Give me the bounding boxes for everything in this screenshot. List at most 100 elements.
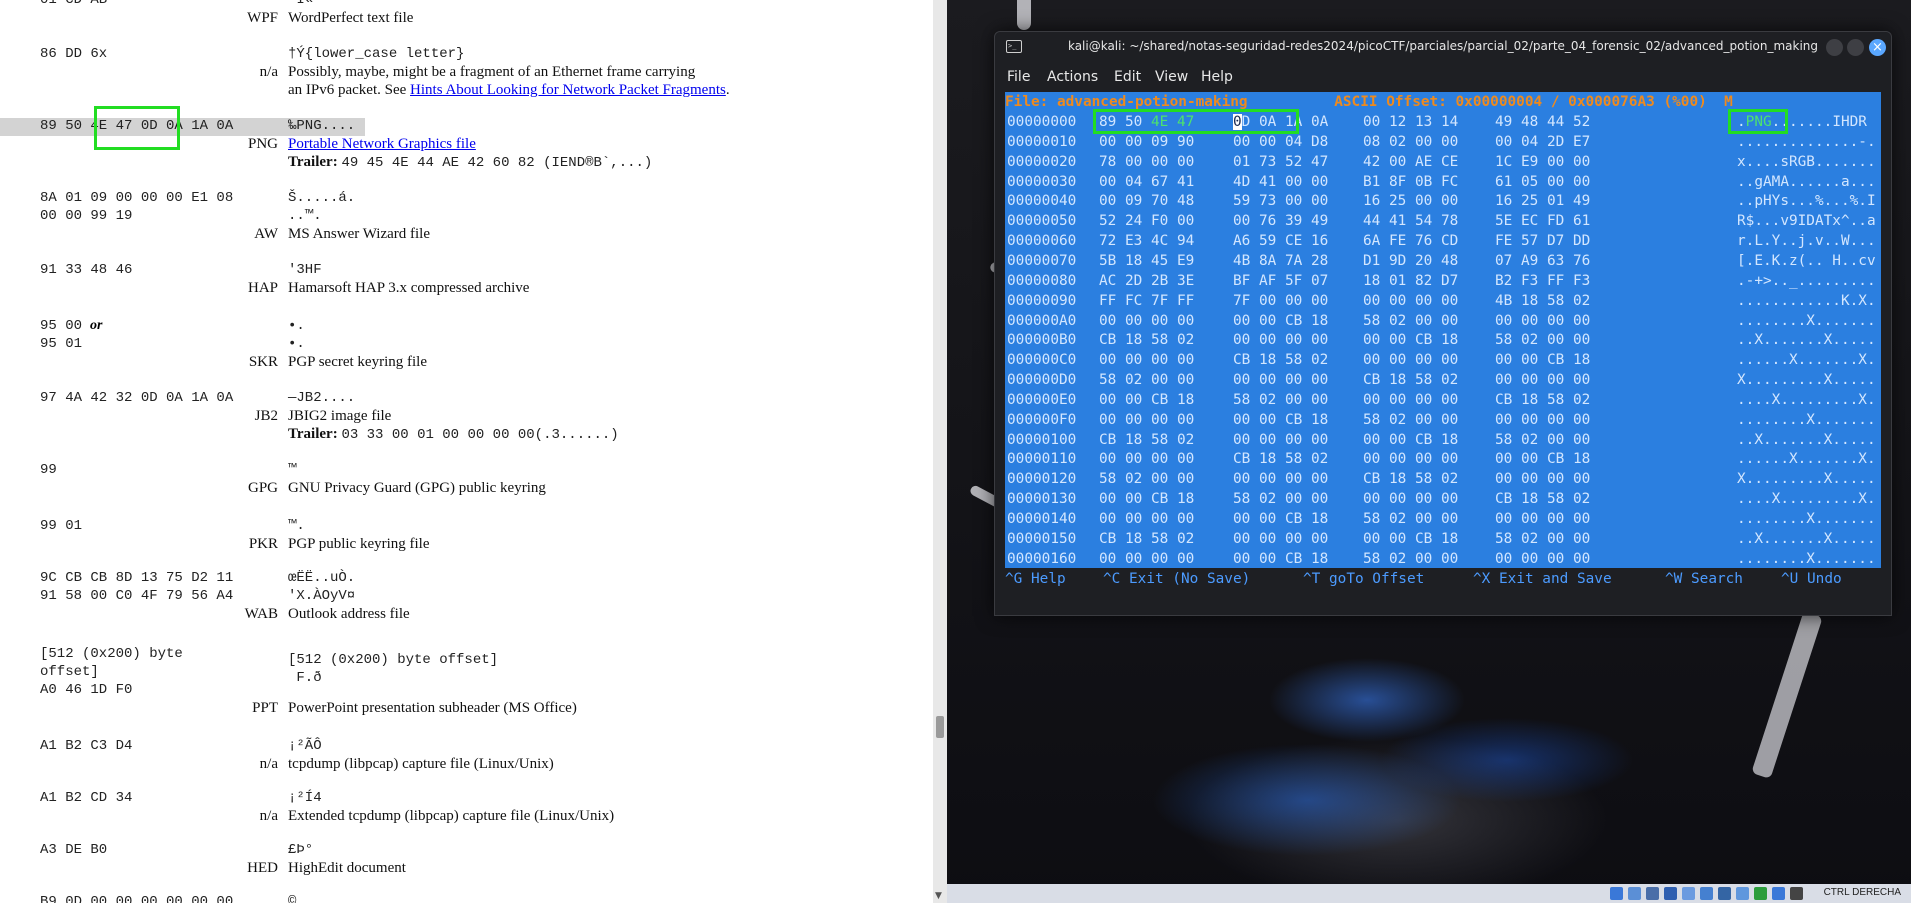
hex-row[interactable]: 00000150 CB 18 58 02 00 00 00 00 00 00 CB 1…: [1005, 529, 1881, 549]
hex-bytes-group[interactable]: 00 00 00 00: [1233, 469, 1328, 489]
hex-bytes-group[interactable]: 58 02 00 00: [1099, 469, 1194, 489]
hex-bytes-group[interactable]: CB 18 58 02: [1495, 489, 1590, 509]
hex-bytes-group[interactable]: 00 00 CB 18: [1495, 350, 1590, 370]
hex-row[interactable]: 00000160 00 00 00 00 00 00 CB 18 58 02 00 0…: [1005, 549, 1881, 569]
mouse-integration-icon[interactable]: [1790, 887, 1803, 900]
hex-row[interactable]: 00000130 00 00 CB 18 58 02 00 00 00 00 00 0…: [1005, 489, 1881, 509]
hex-bytes-group[interactable]: 00 00 04 D8: [1233, 132, 1328, 152]
hex-bytes-group[interactable]: 00 00 00 00: [1099, 410, 1194, 430]
hex-bytes-group[interactable]: 58 02 00 00: [1495, 529, 1590, 549]
network-icon[interactable]: [1610, 887, 1623, 900]
hex-bytes-group[interactable]: CB 18 58 02: [1099, 330, 1194, 350]
page-scrollbar[interactable]: ▼: [933, 0, 947, 903]
maximize-button[interactable]: [1847, 39, 1864, 56]
hex-bytes-group[interactable]: CB 18 58 02: [1099, 529, 1194, 549]
hex-bytes-group[interactable]: 00 00 00 00: [1495, 410, 1590, 430]
hex-bytes-group[interactable]: 00 00 00 00: [1363, 449, 1458, 469]
hex-row[interactable]: 00000090 FF FC 7F FF 7F 00 00 00 00 00 00 0…: [1005, 291, 1881, 311]
hex-bytes-group[interactable]: 01 73 52 47: [1233, 152, 1328, 172]
hex-row[interactable]: 00000050 52 24 F0 00 00 76 39 49 44 41 54 7…: [1005, 211, 1881, 231]
hex-bytes-group[interactable]: D1 9D 20 48: [1363, 251, 1458, 271]
hex-bytes-group[interactable]: 16 25 00 00: [1363, 191, 1458, 211]
hex-row[interactable]: 00000070 5B 18 45 E9 4B 8A 7A 28 D1 9D 20 4…: [1005, 251, 1881, 271]
hex-bytes-group[interactable]: 6A FE 76 CD: [1363, 231, 1458, 251]
hex-bytes-group[interactable]: 07 A9 63 76: [1495, 251, 1590, 271]
hex-bytes-group[interactable]: 00 00 CB 18: [1363, 529, 1458, 549]
hex-bytes-group[interactable]: 58 02 00 00: [1233, 489, 1328, 509]
hex-bytes-group[interactable]: 00 00 CB 18: [1099, 390, 1194, 410]
display-icon[interactable]: [1700, 887, 1713, 900]
hex-row[interactable]: 00000040 00 09 70 48 59 73 00 00 16 25 00 0…: [1005, 191, 1881, 211]
hex-bytes-group[interactable]: 5B 18 45 E9: [1099, 251, 1194, 271]
hex-bytes-group[interactable]: 58 02 00 00: [1099, 370, 1194, 390]
recording-icon[interactable]: [1718, 887, 1731, 900]
hex-row[interactable]: 00000100 CB 18 58 02 00 00 00 00 00 00 CB 1…: [1005, 430, 1881, 450]
hex-bytes-group[interactable]: 00 00 00 00: [1495, 311, 1590, 331]
hex-bytes-group[interactable]: 00 00 00 00: [1233, 330, 1328, 350]
hex-bytes-group[interactable]: 49 48 44 52: [1495, 112, 1590, 132]
hex-bytes-group[interactable]: 00 00 00 00: [1099, 509, 1194, 529]
hex-bytes-group[interactable]: CB 18 58 02: [1363, 370, 1458, 390]
hex-bytes-group[interactable]: 5E EC FD 61: [1495, 211, 1590, 231]
hex-row[interactable]: 000000E0 00 00 CB 18 58 02 00 00 00 00 00 0…: [1005, 390, 1881, 410]
hex-row[interactable]: 00000080 AC 2D 2B 3E BF AF 5F 07 18 01 82 D…: [1005, 271, 1881, 291]
hex-bytes-group[interactable]: 00 00 00 00: [1363, 390, 1458, 410]
hex-bytes-group[interactable]: 00 00 CB 18: [1363, 430, 1458, 450]
hex-bytes-group[interactable]: 00 00 00 00: [1495, 549, 1590, 569]
hex-bytes-group[interactable]: 00 00 00 00: [1099, 549, 1194, 569]
hex-row[interactable]: 00000060 72 E3 4C 94 A6 59 CE 16 6A FE 76 C…: [1005, 231, 1881, 251]
hex-bytes-group[interactable]: 4B 8A 7A 28: [1233, 251, 1328, 271]
hex-bytes-group[interactable]: 00 00 CB 18: [1495, 449, 1590, 469]
hex-bytes-group[interactable]: 00 00 00 00: [1233, 430, 1328, 450]
hex-bytes-group[interactable]: CB 18 58 02: [1233, 350, 1328, 370]
status-icon[interactable]: [1754, 887, 1767, 900]
hex-row[interactable]: 000000A0 00 00 00 00 00 00 CB 18 58 02 00 0…: [1005, 311, 1881, 331]
hex-bytes-group[interactable]: 58 02 00 00: [1495, 330, 1590, 350]
hex-bytes-group[interactable]: 59 73 00 00: [1233, 191, 1328, 211]
cpu-icon[interactable]: [1736, 887, 1749, 900]
hex-bytes-group[interactable]: 08 02 00 00: [1363, 132, 1458, 152]
menu-edit[interactable]: Edit: [1114, 69, 1141, 85]
menu-help[interactable]: Help: [1201, 69, 1233, 85]
png-spec-link[interactable]: Portable Network Graphics file: [288, 136, 476, 152]
hex-bytes-group[interactable]: 00 00 00 00: [1233, 370, 1328, 390]
minimize-button[interactable]: [1826, 39, 1843, 56]
hex-bytes-group[interactable]: 00 00 00 00: [1363, 350, 1458, 370]
optical-drive-icon[interactable]: [1646, 887, 1659, 900]
menu-file[interactable]: File: [1007, 69, 1030, 85]
hex-bytes-group[interactable]: 00 00 00 00: [1099, 449, 1194, 469]
menu-actions[interactable]: Actions: [1047, 69, 1098, 85]
hex-row[interactable]: 000000F0 00 00 00 00 00 00 CB 18 58 02 00 0…: [1005, 410, 1881, 430]
hex-bytes-group[interactable]: 1C E9 00 00: [1495, 152, 1590, 172]
network-fragments-link[interactable]: Hints About Looking for Network Packet F…: [410, 82, 726, 98]
hex-bytes-group[interactable]: AC 2D 2B 3E: [1099, 271, 1194, 291]
hex-bytes-group[interactable]: 00 04 67 41: [1099, 172, 1194, 192]
hex-row[interactable]: 00000140 00 00 00 00 00 00 CB 18 58 02 00 0…: [1005, 509, 1881, 529]
storage-icon[interactable]: [1628, 887, 1641, 900]
hex-bytes-group[interactable]: 00 00 CB 18: [1233, 410, 1328, 430]
hex-bytes-group[interactable]: CB 18 58 02: [1233, 449, 1328, 469]
hex-bytes-group[interactable]: 72 E3 4C 94: [1099, 231, 1194, 251]
download-icon[interactable]: [1772, 887, 1785, 900]
hex-bytes-group[interactable]: 7F 00 00 00: [1233, 291, 1328, 311]
hex-bytes-group[interactable]: 44 41 54 78: [1363, 211, 1458, 231]
hex-bytes-group[interactable]: 58 02 00 00: [1363, 549, 1458, 569]
hex-bytes-group[interactable]: 00 00 00 00: [1233, 529, 1328, 549]
hex-bytes-group[interactable]: 00 00 CB 18: [1233, 311, 1328, 331]
hex-bytes-group[interactable]: 00 00 00 00: [1495, 370, 1590, 390]
hex-bytes-group[interactable]: CB 18 58 02: [1099, 430, 1194, 450]
hex-row[interactable]: 000000D0 58 02 00 00 00 00 00 00 CB 18 58 0…: [1005, 370, 1881, 390]
hex-bytes-group[interactable]: 58 02 00 00: [1363, 509, 1458, 529]
hex-row[interactable]: 00000020 78 00 00 00 01 73 52 47 42 00 AE C…: [1005, 152, 1881, 172]
hex-bytes-group[interactable]: 00 00 CB 18: [1233, 509, 1328, 529]
hex-bytes-group[interactable]: 00 00 00 00: [1363, 489, 1458, 509]
hex-bytes-group[interactable]: 00 00 00 00: [1495, 469, 1590, 489]
hex-bytes-group[interactable]: 00 12 13 14: [1363, 112, 1458, 132]
scroll-down-arrow-icon[interactable]: ▼: [935, 891, 942, 901]
hex-bytes-group[interactable]: 00 09 70 48: [1099, 191, 1194, 211]
terminal-window[interactable]: >_ kali@kali: ~/shared/notas-seguridad-r…: [994, 31, 1892, 616]
hex-bytes-group[interactable]: 58 02 00 00: [1495, 430, 1590, 450]
hex-bytes-group[interactable]: 00 76 39 49: [1233, 211, 1328, 231]
hex-row[interactable]: 000000C0 00 00 00 00 CB 18 58 02 00 00 00 0…: [1005, 350, 1881, 370]
hex-bytes-group[interactable]: 78 00 00 00: [1099, 152, 1194, 172]
